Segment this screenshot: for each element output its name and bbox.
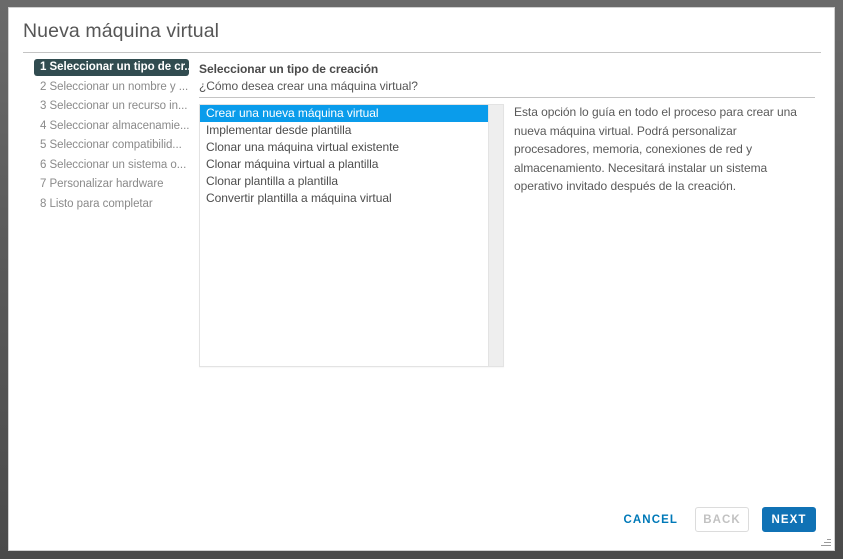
creation-type-option[interactable]: Convertir plantilla a máquina virtual — [200, 190, 488, 207]
option-description: Esta opción lo guía en todo el proceso p… — [514, 105, 797, 193]
footer-button-bar: CANCEL BACK NEXT — [619, 507, 816, 532]
dialog-window: Nueva máquina virtual 1 Seleccionar un t… — [0, 0, 843, 559]
dialog-body: Nueva máquina virtual 1 Seleccionar un t… — [8, 7, 835, 551]
resize-grip-icon[interactable] — [819, 535, 831, 547]
wizard-step-6[interactable]: 6 Seleccionar un sistema o... — [34, 157, 189, 174]
section-divider — [199, 97, 815, 98]
listbox-scrollbar[interactable] — [488, 105, 503, 366]
wizard-step-3[interactable]: 3 Seleccionar un recurso in... — [34, 98, 189, 115]
wizard-step-7[interactable]: 7 Personalizar hardware — [34, 176, 189, 193]
page-title: Nueva máquina virtual — [23, 20, 220, 42]
wizard-step-5[interactable]: 5 Seleccionar compatibilid... — [34, 137, 189, 154]
wizard-step-list: 1 Seleccionar un tipo de cr... 2 Seleccio… — [34, 59, 189, 215]
creation-type-option[interactable]: Clonar una máquina virtual existente — [200, 139, 488, 156]
creation-type-listbox[interactable]: Crear una nueva máquina virtual Implement… — [199, 104, 504, 367]
creation-type-option[interactable]: Crear una nueva máquina virtual — [200, 105, 488, 122]
cancel-button[interactable]: CANCEL — [619, 508, 682, 532]
creation-type-option[interactable]: Implementar desde plantilla — [200, 122, 488, 139]
next-button[interactable]: NEXT — [762, 507, 816, 532]
section-subtitle: ¿Cómo desea crear una máquina virtual? — [199, 79, 418, 93]
creation-type-option[interactable]: Clonar máquina virtual a plantilla — [200, 156, 488, 173]
creation-type-options: Crear una nueva máquina virtual Implement… — [200, 105, 488, 207]
section-title: Seleccionar un tipo de creación — [199, 62, 379, 76]
wizard-step-1[interactable]: 1 Seleccionar un tipo de cr... — [34, 59, 189, 76]
wizard-step-2[interactable]: 2 Seleccionar un nombre y ... — [34, 79, 189, 96]
back-button: BACK — [695, 507, 749, 532]
creation-type-option[interactable]: Clonar plantilla a plantilla — [200, 173, 488, 190]
title-divider — [23, 52, 821, 53]
wizard-step-8[interactable]: 8 Listo para completar — [34, 196, 189, 213]
wizard-step-4[interactable]: 4 Seleccionar almacenamie... — [34, 118, 189, 135]
